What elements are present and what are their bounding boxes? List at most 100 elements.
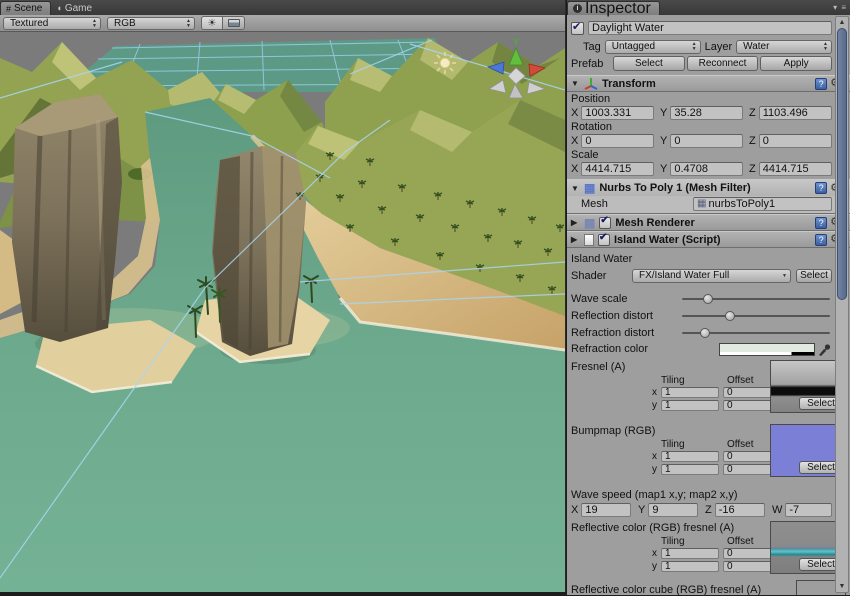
scale-y-field[interactable]: 0.4708 [670, 162, 743, 176]
help-icon[interactable]: ? [815, 234, 827, 246]
value: 0 [727, 561, 733, 572]
position-x: 1003.331 [585, 107, 631, 119]
prefab-apply-button[interactable]: Apply [760, 56, 832, 71]
value: -7 [789, 504, 799, 516]
foldout-collapsed-icon[interactable]: ▶ [571, 218, 580, 227]
wave-scale-slider[interactable] [682, 293, 830, 305]
tag-value: Untagged [612, 41, 655, 52]
shader-select-button[interactable]: Select [796, 269, 832, 283]
scene-effects-toggle[interactable] [223, 16, 245, 30]
position-x-field[interactable]: 1003.331 [581, 106, 654, 120]
slider-knob[interactable] [703, 294, 713, 304]
mesh-filter-header[interactable]: ▼ ▦ Nurbs To Poly 1 (Mesh Filter) ? ⚙▾ [567, 179, 850, 196]
rotation-z-field[interactable]: 0 [759, 134, 832, 148]
tab-scene-label: Scene [14, 3, 42, 14]
inspector-scrollbar[interactable]: ▲ ▼ [835, 16, 849, 593]
slider-knob[interactable] [700, 328, 710, 338]
value: 0 [727, 387, 733, 398]
x-label: x [647, 451, 657, 462]
wave-speed-x-field[interactable]: 19 [581, 503, 631, 517]
wave-speed-y-field[interactable]: 9 [648, 503, 698, 517]
position-label: Position [571, 92, 832, 105]
tag-label: Tag [583, 41, 601, 53]
wave-speed-w-field[interactable]: -7 [785, 503, 832, 517]
slider-knob[interactable] [725, 311, 735, 321]
scale-y: 0.4708 [674, 163, 708, 175]
position-z-field[interactable]: 1103.496 [759, 106, 832, 120]
mesh-icon: ▦ [697, 198, 706, 210]
scale-z-field[interactable]: 4414.715 [759, 162, 832, 176]
gameobject-name-field[interactable]: Daylight Water [588, 21, 832, 35]
rotation-y: 0 [674, 135, 680, 147]
scale-z: 4414.715 [763, 163, 809, 175]
position-y-field[interactable]: 35.28 [670, 106, 743, 120]
fresnel-tiling-y-field[interactable]: 1 [661, 400, 719, 411]
foldout-collapsed-icon[interactable]: ▶ [571, 235, 580, 244]
rotation-z: 0 [763, 135, 769, 147]
reflection-distort-slider[interactable] [682, 310, 830, 322]
game-icon: ◖ [56, 3, 61, 13]
fresnel-texture-block: Fresnel (A) Tiling Offset x 1 0 y 1 [571, 360, 832, 412]
select-label: Select [807, 559, 835, 570]
scroll-down-icon[interactable]: ▼ [836, 581, 848, 592]
scene-tabbar: # Scene ◖ Game [0, 0, 565, 15]
render-mode-dropdown[interactable]: Textured ▲▼ [3, 17, 101, 30]
tiling-label: Tiling [661, 536, 727, 547]
island-water-script-header[interactable]: ▶ ✔ Island Water (Script) ? ⚙▾ [567, 231, 850, 248]
reflective-tiling-x-field[interactable]: 1 [661, 548, 719, 559]
fresnel-tiling-x-field[interactable]: 1 [661, 387, 719, 398]
y-label: y [647, 561, 657, 572]
prefab-select-button[interactable]: Select [613, 56, 685, 71]
rock-pillar-center [212, 146, 306, 356]
z-label: Z [749, 107, 756, 119]
y-label: y [647, 400, 657, 411]
tag-dropdown[interactable]: Untagged ▲▼ [605, 40, 701, 54]
refraction-distort-slider[interactable] [682, 327, 830, 339]
mesh-renderer-checkbox[interactable]: ✔ [599, 217, 611, 229]
reflection-distort-label: Reflection distort [571, 310, 653, 322]
scrollbar-thumb[interactable] [837, 28, 847, 300]
transform-header[interactable]: ▼ Transform ? ⚙▾ [567, 75, 850, 92]
rotation-y-field[interactable]: 0 [670, 134, 743, 148]
help-icon[interactable]: ? [815, 217, 827, 229]
rotation-x-field[interactable]: 0 [581, 134, 654, 148]
shader-dropdown[interactable]: FX/Island Water Full ▼ [632, 269, 791, 283]
script-checkbox[interactable]: ✔ [598, 234, 610, 246]
help-icon[interactable]: ? [815, 78, 827, 90]
check-icon: ✔ [599, 232, 607, 243]
inspector-info-icon: i [573, 4, 582, 13]
wave-speed-z-field[interactable]: -16 [715, 503, 765, 517]
scene-lighting-toggle[interactable]: ☀ [201, 16, 223, 30]
shader-label: Shader [571, 270, 627, 282]
scale-x-field[interactable]: 4414.715 [581, 162, 654, 176]
help-icon[interactable]: ? [815, 182, 827, 194]
tab-inspector[interactable]: i Inspector [567, 1, 660, 15]
reflective-tiling-y-field[interactable]: 1 [661, 561, 719, 572]
layer-dropdown[interactable]: Water ▲▼ [736, 40, 832, 54]
pane-menu-icon[interactable]: ▾ ≡ [833, 3, 847, 12]
prefab-reconnect-button[interactable]: Reconnect [687, 56, 759, 71]
foldout-expanded-icon[interactable]: ▼ [571, 79, 580, 88]
tiling-label: Tiling [661, 439, 727, 450]
tab-scene[interactable]: # Scene [0, 1, 51, 15]
y-label: Y [660, 107, 667, 119]
tab-game[interactable]: ◖ Game [51, 1, 100, 15]
mesh-object-field[interactable]: ▦ nurbsToPoly1 [693, 197, 832, 211]
dropdown-arrow-icon: ▼ [782, 274, 787, 279]
check-icon: ✔ [572, 20, 581, 33]
mesh-renderer-header[interactable]: ▶ ▩ ✔ Mesh Renderer ? ⚙▾ [567, 214, 850, 231]
eyedropper-icon[interactable] [818, 343, 832, 356]
sun-gizmo-icon[interactable] [434, 52, 456, 74]
active-checkbox[interactable]: ✔ [571, 22, 584, 35]
bumpmap-tiling-y-field[interactable]: 1 [661, 464, 719, 475]
color-channels-dropdown[interactable]: RGB ▲▼ [107, 17, 195, 30]
scroll-up-icon[interactable]: ▲ [836, 17, 848, 28]
bumpmap-tiling-x-field[interactable]: 1 [661, 451, 719, 462]
refraction-color-swatch[interactable] [719, 343, 815, 356]
foldout-expanded-icon[interactable]: ▼ [571, 184, 580, 193]
bumpmap-texture-block: Bumpmap (RGB) Tiling Offset x 1 0 y 1 [571, 424, 832, 476]
dropdown-arrows-icon: ▲▼ [823, 42, 828, 52]
w-label: W [772, 504, 782, 516]
scene-viewport[interactable]: Y [0, 32, 565, 592]
shader-select-label: Select [800, 270, 828, 281]
